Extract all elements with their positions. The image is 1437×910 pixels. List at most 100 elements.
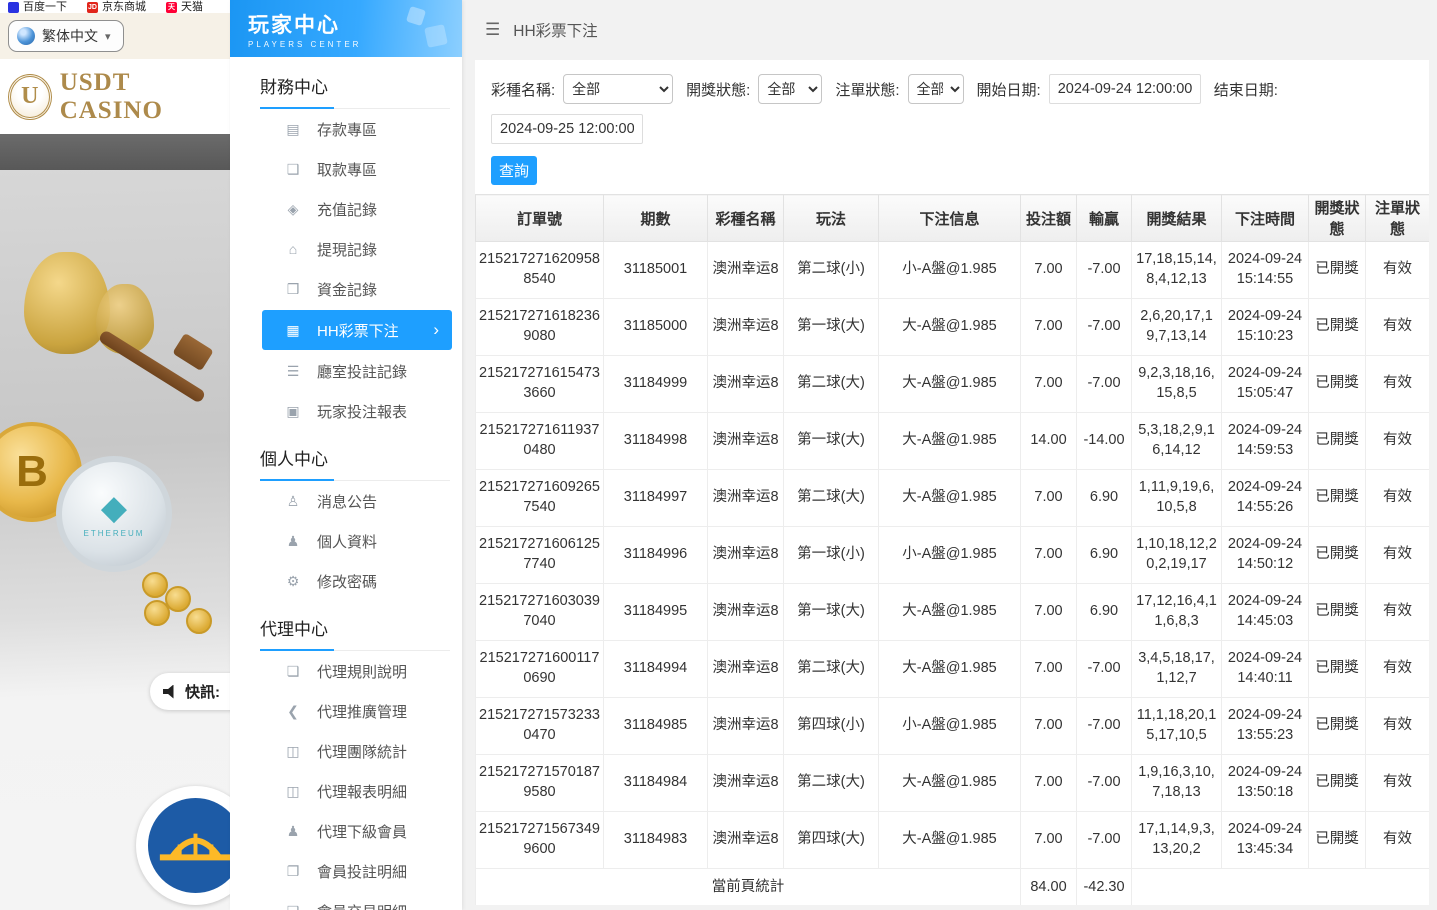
draw-status-cell: 已開獎 bbox=[1309, 527, 1366, 584]
bookmark-label: 天猫 bbox=[181, 1, 203, 13]
column-header: 玩法 bbox=[784, 195, 879, 242]
draw-status-cell: 已開獎 bbox=[1309, 641, 1366, 698]
sidebar-item-label: 充值記錄 bbox=[317, 199, 377, 220]
profile-icon: ♟ bbox=[285, 533, 301, 550]
bookmark-baidu[interactable]: 百度一下 bbox=[8, 1, 67, 13]
sidebar-item-withdraw-area[interactable]: ❑取款專區 bbox=[230, 149, 462, 189]
amount-cell: 7.00 bbox=[1021, 527, 1077, 584]
baidu-favicon-icon bbox=[8, 2, 19, 13]
sidebar-nav: 財務中心▤存款專區❑取款專區◈充值記錄⌂提現記錄❒資金記錄▦HH彩票下注›☰廳室… bbox=[230, 57, 462, 910]
sidebar-item-room-bet-records[interactable]: ☰廳室投註記錄 bbox=[230, 351, 462, 391]
sidebar-item-label: HH彩票下注 bbox=[317, 320, 399, 341]
sidebar-item-deposit-area[interactable]: ▤存款專區 bbox=[230, 109, 462, 149]
amount-cell: 7.00 bbox=[1021, 356, 1077, 413]
order-status-cell: 有效 bbox=[1366, 698, 1430, 755]
draw-status-select[interactable]: 全部 bbox=[758, 74, 822, 104]
sidebar-item-change-password[interactable]: ⚙修改密碼 bbox=[230, 561, 462, 601]
win-loss-cell: -7.00 bbox=[1077, 356, 1132, 413]
language-bar: 繁体中文 ▾ bbox=[0, 13, 230, 59]
language-selector[interactable]: 繁体中文 ▾ bbox=[8, 20, 124, 52]
sidebar-item-agent-team-stats[interactable]: ◫ 代理團隊統計 bbox=[230, 731, 462, 771]
main-content: ☰ HH彩票下注 彩種名稱: 全部 開獎狀態: 全部 注單狀態: 全部 開始日期… bbox=[462, 0, 1437, 910]
order-status-select[interactable]: 全部 bbox=[908, 74, 964, 104]
menu-toggle-icon[interactable]: ☰ bbox=[485, 20, 500, 40]
dice-decoration-icon bbox=[424, 24, 448, 48]
draw-status-cell: 已開獎 bbox=[1309, 698, 1366, 755]
period-cell: 31184999 bbox=[604, 356, 708, 413]
result-cell: 17,12,16,4,11,6,8,3 bbox=[1132, 584, 1222, 641]
play-cell: 第四球(大) bbox=[784, 812, 879, 869]
sidebar-item-label: 資金記錄 bbox=[317, 279, 377, 300]
bookmark-tmall[interactable]: 天天猫 bbox=[166, 1, 203, 13]
bet-info-cell: 大-A盤@1.985 bbox=[879, 641, 1021, 698]
sidebar-item-label: 代理下級會員 bbox=[317, 821, 407, 842]
withdrawal-record-icon: ⌂ bbox=[285, 241, 301, 257]
sidebar-item-member-bet-detail[interactable]: ❐會員投註明細 bbox=[230, 851, 462, 891]
sidebar-item-agent-sub-members[interactable]: ♟代理下級會員 bbox=[230, 811, 462, 851]
order-no-cell: 2152172715732330470 bbox=[476, 698, 604, 755]
amount-cell: 7.00 bbox=[1021, 755, 1077, 812]
lottery-cell: 澳洲幸运8 bbox=[708, 470, 784, 527]
team-badge-logo bbox=[136, 786, 230, 905]
bookmark-jd[interactable]: JD京东商城 bbox=[87, 1, 146, 13]
background-nav-band bbox=[0, 134, 230, 170]
news-ticker[interactable]: 快訊: bbox=[150, 673, 230, 710]
period-cell: 31185000 bbox=[604, 299, 708, 356]
win-loss-cell: 6.90 bbox=[1077, 584, 1132, 641]
withdraw-icon: ❑ bbox=[285, 161, 301, 178]
summary-row: 當前頁統計84.00-42.30 bbox=[476, 869, 1430, 906]
order-no-cell: 2152172716092657540 bbox=[476, 470, 604, 527]
end-date-input[interactable] bbox=[491, 114, 643, 144]
bet-info-cell: 大-A盤@1.985 bbox=[879, 584, 1021, 641]
sidebar-item-funds-records[interactable]: ❒ 資金記錄 bbox=[230, 269, 462, 309]
result-cell: 1,9,16,3,10,7,18,13 bbox=[1132, 755, 1222, 812]
sidebar-item-announcements[interactable]: ♙消息公告 bbox=[230, 481, 462, 521]
period-cell: 31184998 bbox=[604, 413, 708, 470]
sidebar-item-label: 代理規則說明 bbox=[317, 661, 407, 682]
sidebar-item-withdrawal-records[interactable]: ⌂提現記錄 bbox=[230, 229, 462, 269]
sidebar-item-label: 玩家投注報表 bbox=[317, 401, 407, 422]
draw-status-cell: 已開獎 bbox=[1309, 242, 1366, 299]
agent-team-stats-icon: ◫ bbox=[285, 743, 301, 760]
play-cell: 第二球(小) bbox=[784, 242, 879, 299]
table-row: 215217271573233047031184985澳洲幸运8第四球(小)小-… bbox=[476, 698, 1430, 755]
play-cell: 第四球(小) bbox=[784, 698, 879, 755]
ethereum-diamond-icon: ◆ bbox=[101, 491, 127, 525]
funds-record-icon: ❒ bbox=[285, 281, 301, 298]
order-status-cell: 有效 bbox=[1366, 584, 1430, 641]
sidebar-item-player-bet-report[interactable]: ▣玩家投注報表 bbox=[230, 391, 462, 431]
amount-cell: 7.00 bbox=[1021, 470, 1077, 527]
time-cell: 2024-09-24 15:10:23 bbox=[1222, 299, 1309, 356]
sidebar-item-label: 廳室投註記錄 bbox=[317, 361, 407, 382]
result-cell: 3,4,5,18,17,1,12,7 bbox=[1132, 641, 1222, 698]
sidebar-item-agent-report-detail[interactable]: ◫代理報表明細 bbox=[230, 771, 462, 811]
sidebar-item-hh-lottery-bets[interactable]: ▦HH彩票下注› bbox=[262, 310, 452, 350]
sidebar-item-label: 會員交易明細 bbox=[317, 901, 407, 910]
period-cell: 31184997 bbox=[604, 470, 708, 527]
play-cell: 第一球(大) bbox=[784, 584, 879, 641]
lottery-select[interactable]: 全部 bbox=[563, 74, 673, 104]
order-no-cell: 2152172716030397040 bbox=[476, 584, 604, 641]
column-header: 期數 bbox=[604, 195, 708, 242]
period-cell: 31184984 bbox=[604, 755, 708, 812]
change-password-icon: ⚙ bbox=[285, 573, 301, 590]
table-row: 215217271620958854031185001澳洲幸运8第二球(小)小-… bbox=[476, 242, 1430, 299]
sidebar-item-member-transaction-detail[interactable]: ❑會員交易明細 bbox=[230, 891, 462, 910]
order-no-cell: 2152172716061257740 bbox=[476, 527, 604, 584]
sidebar-item-agent-promotion[interactable]: ❮代理推廣管理 bbox=[230, 691, 462, 731]
start-date-input[interactable] bbox=[1049, 74, 1201, 104]
sidebar-item-label: 個人資料 bbox=[317, 531, 377, 552]
sidebar-item-profile[interactable]: ♟ 個人資料 bbox=[230, 521, 462, 561]
column-header: 注單狀態 bbox=[1366, 195, 1430, 242]
sidebar-item-agent-rules[interactable]: ❏代理規則說明 bbox=[230, 651, 462, 691]
order-status-cell: 有效 bbox=[1366, 641, 1430, 698]
sidebar-section-title: 個人中心 bbox=[260, 445, 450, 481]
sidebar-item-label: 代理團隊統計 bbox=[317, 741, 407, 762]
bet-info-cell: 小-A盤@1.985 bbox=[879, 698, 1021, 755]
period-cell: 31185001 bbox=[604, 242, 708, 299]
sidebar-item-recharge-records[interactable]: ◈充值記錄 bbox=[230, 189, 462, 229]
search-button[interactable]: 查詢 bbox=[491, 156, 537, 185]
casino-logo[interactable]: U USDT CASINO bbox=[0, 59, 230, 134]
page-title: HH彩票下注 bbox=[513, 19, 597, 41]
tmall-favicon-icon: 天 bbox=[166, 2, 177, 13]
